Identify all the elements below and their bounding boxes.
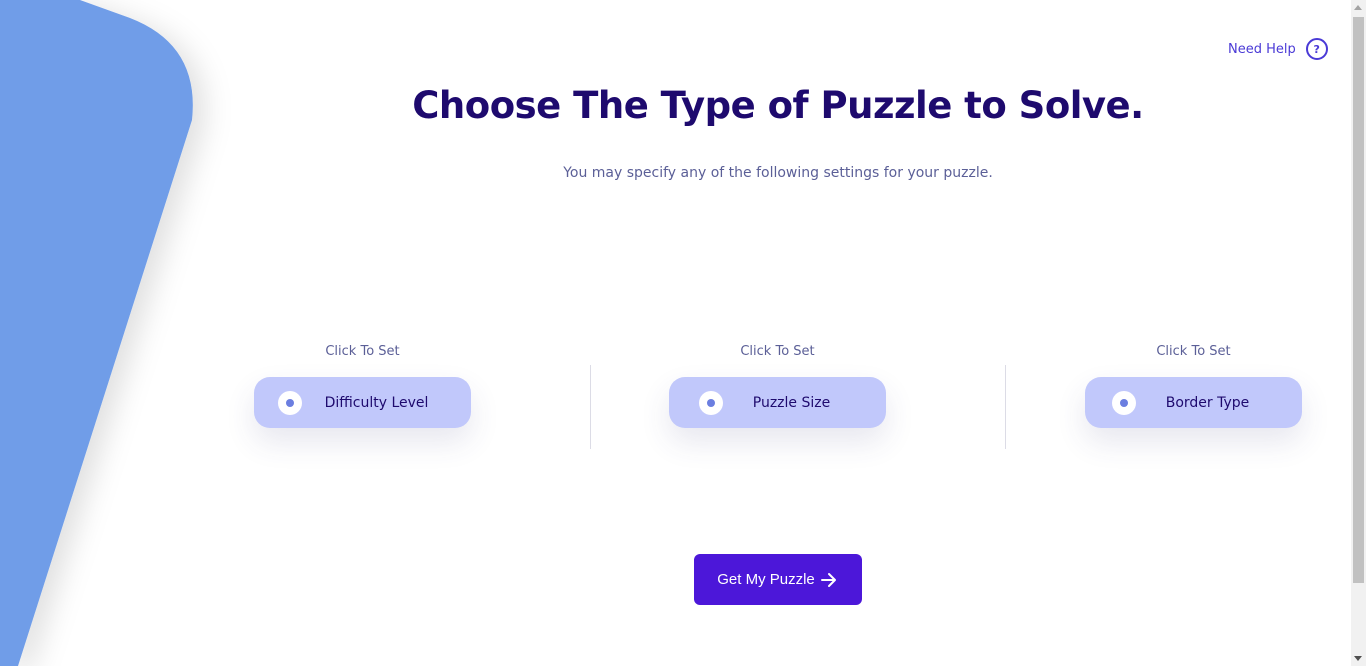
get-my-puzzle-button[interactable]: Get My Puzzle [694,554,862,605]
scrollbar-thumb[interactable] [1353,17,1364,583]
page: Need Help ? Choose The Type of Puzzle to… [0,0,1366,666]
need-help-label: Need Help [1228,41,1296,57]
option-difficulty: Click To Set Difficulty Level [254,344,471,428]
border-type-button[interactable]: Border Type [1085,377,1302,428]
scroll-down-icon[interactable] [1354,656,1362,661]
option-caption: Click To Set [1156,344,1231,359]
page-subtitle: You may specify any of the following set… [563,165,993,181]
option-caption: Click To Set [325,344,400,359]
radio-icon[interactable] [278,390,302,415]
option-puzzle-size: Click To Set Puzzle Size [669,344,886,428]
radio-icon[interactable] [699,390,723,415]
scroll-up-icon[interactable] [1354,5,1362,10]
vertical-scrollbar[interactable] [1351,0,1366,666]
arrow-right-icon [820,572,836,587]
divider [590,365,591,449]
need-help-link[interactable]: Need Help ? [1228,38,1328,60]
radio-dot [707,398,715,407]
decorative-blue-shape [0,0,193,666]
question-circle-icon[interactable]: ? [1305,38,1328,60]
cta-label: Get My Puzzle [717,571,815,588]
radio-icon[interactable] [1112,390,1136,415]
option-border-type: Click To Set Border Type [1085,344,1302,428]
puzzle-size-button[interactable]: Puzzle Size [669,377,886,428]
radio-dot [286,398,294,407]
divider [1005,365,1006,449]
page-title: Choose The Type of Puzzle to Solve. [412,84,1144,127]
option-caption: Click To Set [740,344,815,359]
radio-dot [1120,398,1128,407]
difficulty-level-button[interactable]: Difficulty Level [254,377,471,428]
